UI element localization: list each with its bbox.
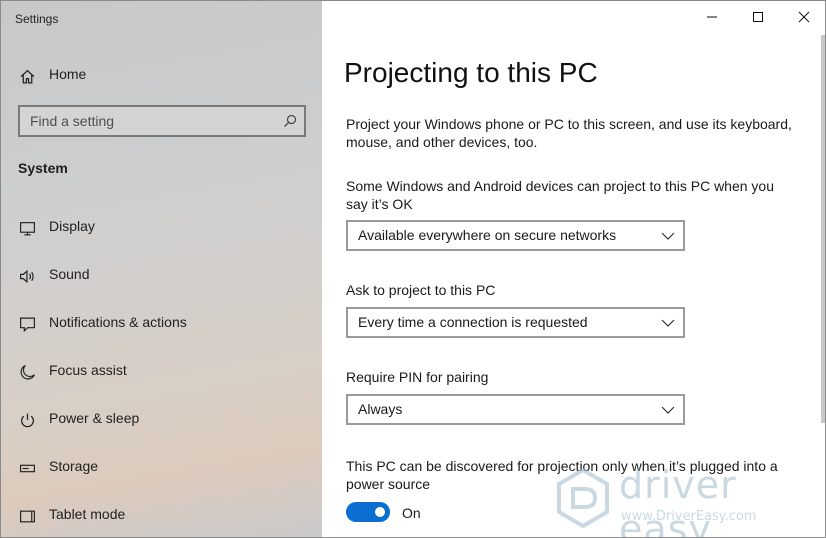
availability-label: Some Windows and Android devices can pro… [346, 178, 775, 212]
app-title: Settings [15, 12, 59, 26]
storage-icon [18, 459, 36, 477]
nav-power-sleep[interactable]: Power & sleep [1, 401, 322, 437]
nav-home-label: Home [49, 66, 87, 82]
nav-notifications[interactable]: Notifications & actions [1, 305, 322, 341]
maximize-button[interactable] [735, 1, 781, 33]
chevron-down-icon [661, 406, 675, 414]
power-icon [18, 411, 36, 429]
nav-notifications-label: Notifications & actions [49, 314, 187, 330]
toggle-state: On [402, 505, 421, 521]
chevron-down-icon [661, 319, 675, 327]
tablet-icon [18, 507, 36, 525]
maximize-icon [753, 12, 763, 22]
scrollbar[interactable] [821, 35, 825, 423]
intro-text: Project your Windows phone or PC to this… [346, 116, 792, 150]
nav-tablet-mode-label: Tablet mode [49, 506, 126, 522]
page-title: Projecting to this PC [344, 57, 598, 88]
nav-display[interactable]: Display [1, 209, 322, 245]
home-icon [18, 67, 36, 85]
speaker-icon [18, 267, 36, 285]
nav-display-label: Display [49, 218, 95, 234]
nav-focus-assist[interactable]: Focus assist [1, 353, 322, 389]
search-input[interactable] [20, 107, 304, 135]
chevron-down-icon [661, 232, 675, 240]
ask-dropdown[interactable]: Every time a connection is requested [346, 307, 685, 338]
moon-icon [18, 363, 36, 381]
display-icon [18, 219, 36, 237]
ask-value: Every time a connection is requested [358, 314, 588, 330]
pin-value: Always [358, 401, 403, 417]
nav-sound[interactable]: Sound [1, 257, 322, 293]
nav-focus-assist-label: Focus assist [49, 362, 127, 378]
settings-window: Settings Home System Display Sound [0, 0, 826, 538]
search-box[interactable] [18, 105, 306, 137]
pin-dropdown[interactable]: Always [346, 394, 685, 425]
nav-storage-label: Storage [49, 458, 99, 474]
nav-storage[interactable]: Storage [1, 449, 322, 485]
watermark: driver easy www.DriverEasy.com [553, 463, 823, 537]
availability-value: Available everywhere on secure networks [358, 227, 617, 243]
nav-sound-label: Sound [49, 266, 90, 282]
ask-label: Ask to project to this PC [346, 282, 496, 298]
close-icon [798, 11, 810, 23]
notifications-icon [18, 315, 36, 333]
availability-dropdown[interactable]: Available everywhere on secure networks [346, 220, 685, 251]
nav-home[interactable]: Home [1, 57, 322, 93]
section-title: System [18, 160, 68, 176]
pin-label: Require PIN for pairing [346, 369, 489, 385]
nav-power-sleep-label: Power & sleep [49, 410, 140, 426]
nav-tablet-mode[interactable]: Tablet mode [1, 497, 322, 533]
minimize-icon [707, 16, 717, 18]
search-icon[interactable] [282, 113, 298, 129]
sidebar: Settings Home System Display Sound [1, 1, 322, 537]
main-pane: Projecting to this PC Project your Windo… [322, 1, 825, 537]
close-button[interactable] [781, 1, 825, 33]
watermark-brand: driver easy [619, 463, 737, 538]
watermark-url: www.DriverEasy.com [621, 509, 757, 524]
minimize-button[interactable] [689, 1, 735, 33]
power-toggle[interactable] [346, 502, 390, 522]
driver-easy-logo-icon [557, 467, 609, 529]
toggle-knob [375, 507, 385, 517]
